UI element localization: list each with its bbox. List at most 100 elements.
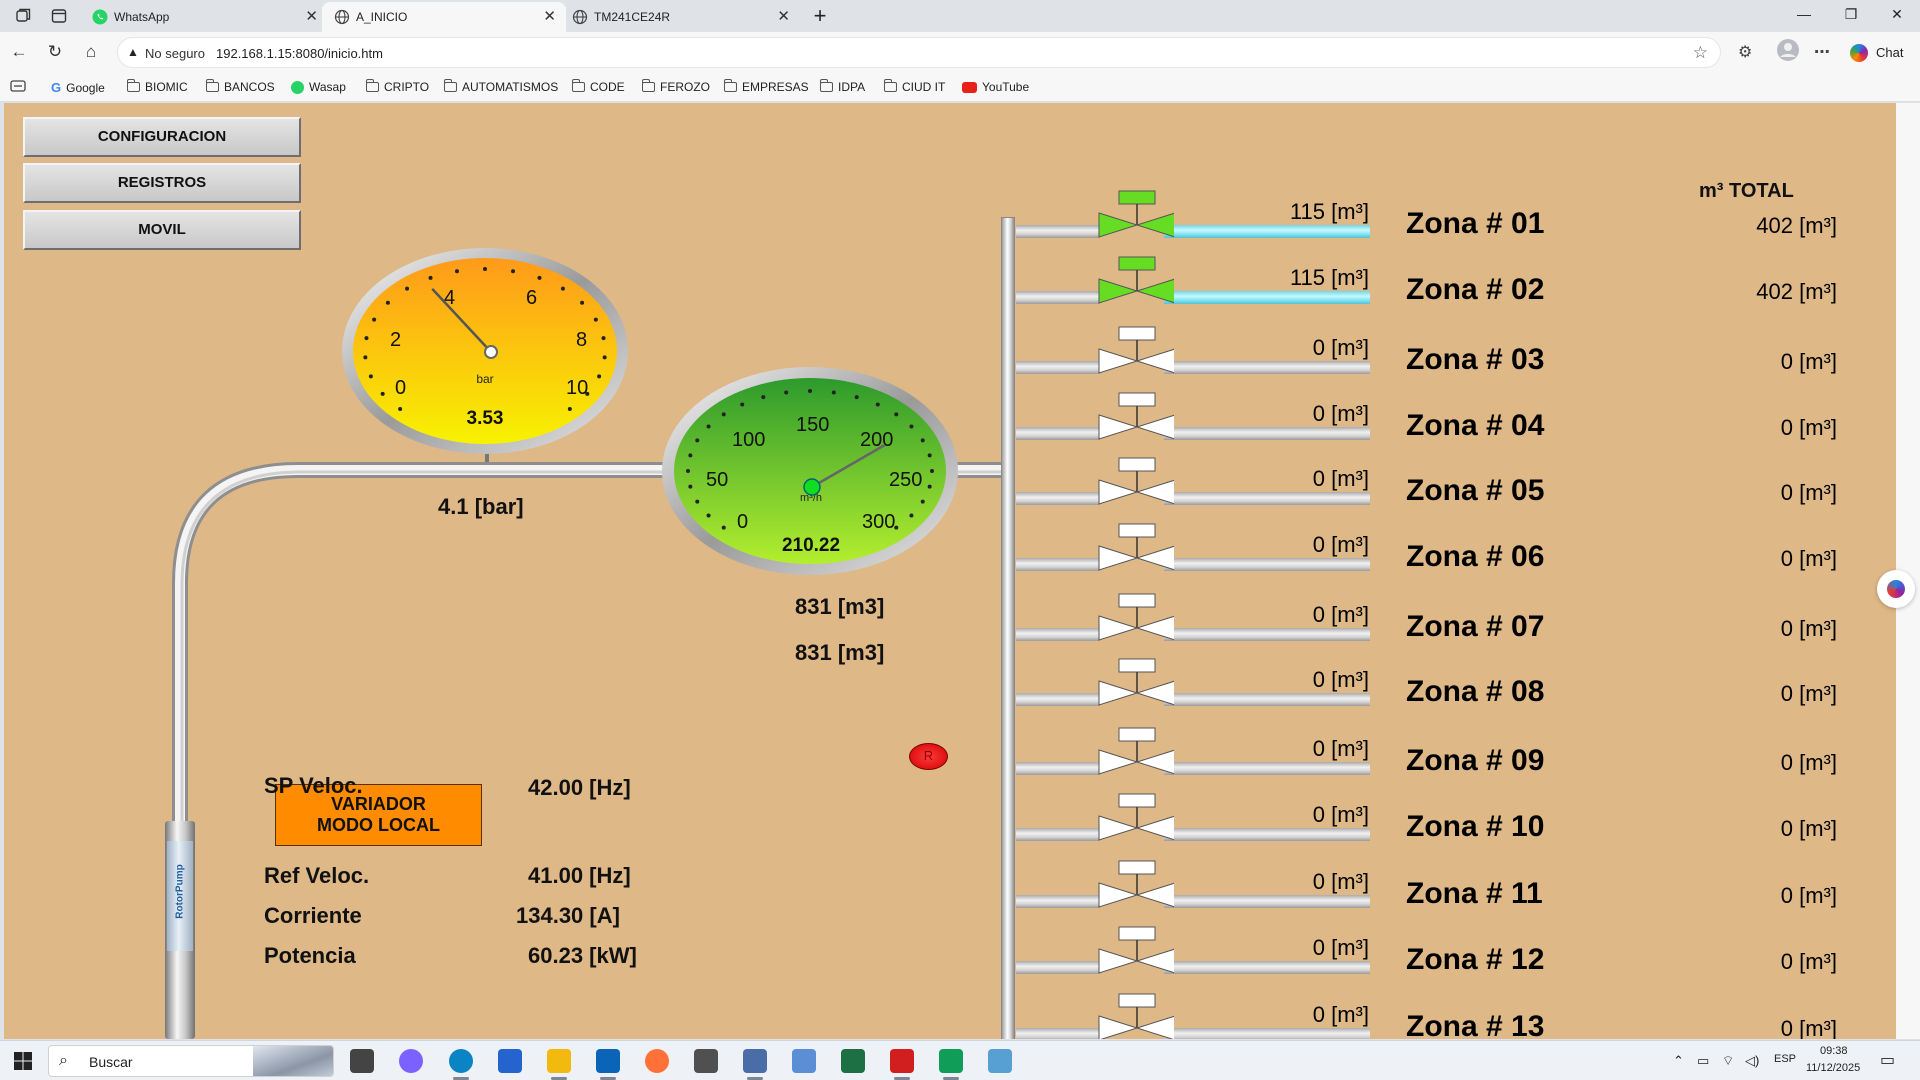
volume-icon[interactable]: ◁) [1745, 1053, 1759, 1069]
zone-name: Zona # 03 [1406, 343, 1545, 376]
network-icon[interactable]: ▭ [1697, 1053, 1709, 1069]
todo-icon[interactable] [498, 1049, 522, 1073]
close-tab-icon[interactable]: ✕ [543, 7, 556, 25]
bookmark-cripto[interactable]: CRIPTO [365, 79, 429, 94]
tick-label: 0 [737, 511, 748, 533]
favorite-star-icon[interactable]: ☆ [1693, 43, 1708, 63]
task-view-icon[interactable] [350, 1049, 374, 1073]
zone-valve[interactable] [1094, 189, 1174, 239]
wifi-icon[interactable]: ⌔ [1722, 1053, 1734, 1069]
zone-valve[interactable] [1094, 456, 1174, 506]
copilot-chat-button[interactable]: Chat [1840, 37, 1914, 67]
zone-flow: 0 [m³] [1312, 532, 1369, 557]
close-tab-icon[interactable]: ✕ [305, 7, 318, 25]
bookmarks-menu-icon[interactable] [10, 79, 26, 93]
close-tab-icon[interactable]: ✕ [777, 7, 790, 25]
zone-total: 0 [m³] [1780, 1016, 1837, 1039]
reset-button[interactable]: R [909, 743, 948, 770]
profile-avatar[interactable] [1776, 38, 1800, 67]
more-options-icon[interactable]: ⋯ [1814, 42, 1830, 62]
outlook-icon[interactable] [596, 1049, 620, 1073]
acrobat-icon[interactable] [890, 1049, 914, 1073]
bookmark-label: Google [66, 80, 105, 95]
warning-icon[interactable]: ▲ [127, 45, 139, 59]
minimize-button[interactable]: — [1789, 6, 1819, 22]
zone-valve[interactable] [1094, 925, 1174, 975]
bookmark-idpa[interactable]: IDPA [819, 79, 865, 94]
tab-actions-icon[interactable] [50, 7, 68, 25]
clock-time[interactable]: 09:38 [1820, 1045, 1848, 1057]
tab-a-inicio[interactable]: A_INICIO ✕ [322, 2, 566, 32]
bookmark-code[interactable]: CODE [571, 79, 625, 94]
edge-icon[interactable] [449, 1049, 473, 1073]
url-field[interactable]: ▲ No seguro 192.168.1.15:8080/inicio.htm… [117, 37, 1721, 68]
show-hidden-icons[interactable]: ⌃ [1673, 1053, 1684, 1069]
zone-valve[interactable] [1094, 657, 1174, 707]
firefox-icon[interactable] [645, 1049, 669, 1073]
zone-name: Zona # 01 [1406, 207, 1545, 240]
close-window-button[interactable]: ✕ [1882, 6, 1912, 23]
sheets-icon[interactable] [939, 1049, 963, 1073]
gauge-tick [602, 355, 607, 360]
zone-outlet-pipe [1164, 693, 1370, 706]
gauge-tick [695, 499, 700, 504]
zone-flow: 0 [m³] [1312, 935, 1369, 960]
bookmark-bancos[interactable]: BANCOS [205, 79, 275, 94]
notifications-icon[interactable]: ▭ [1880, 1050, 1895, 1070]
windows-start-icon[interactable] [13, 1051, 33, 1071]
extensions-icon[interactable]: ⚙ [1738, 42, 1752, 62]
zone-outlet-pipe [1164, 558, 1370, 571]
zone-valve[interactable] [1094, 859, 1174, 909]
bookmark-wasap[interactable]: Wasap [291, 80, 346, 94]
tab-whatsapp[interactable]: WhatsApp ✕ [80, 2, 328, 32]
excel-icon[interactable] [841, 1049, 865, 1073]
gauge-tick [706, 424, 711, 429]
zone-valve[interactable] [1094, 325, 1174, 375]
taskbar-search-input[interactable]: ⌕ Buscar [48, 1045, 334, 1077]
bookmark-label: CIUD IT [902, 80, 946, 94]
tab-title: TM241CE24R [594, 10, 671, 24]
pressure-unit: bar [476, 372, 493, 386]
camera-icon[interactable] [694, 1049, 718, 1073]
bookmark-youtube[interactable]: YouTube [962, 80, 1029, 94]
zone-valve[interactable] [1094, 255, 1174, 305]
reload-button[interactable]: ↻ [44, 42, 66, 62]
workspaces-icon[interactable] [14, 7, 32, 25]
zone-valve[interactable] [1094, 522, 1174, 572]
bookmark-google[interactable]: G Google [51, 80, 105, 95]
bookmark-empresas[interactable]: EMPRESAS [723, 79, 809, 94]
new-tab-button[interactable]: + [805, 3, 835, 29]
zone-valve[interactable] [1094, 726, 1174, 776]
zone-flow: 115 [m³] [1289, 199, 1369, 224]
security-label[interactable]: No seguro [145, 46, 205, 61]
calculator-icon[interactable] [743, 1049, 767, 1073]
clock-date[interactable]: 11/12/2025 [1806, 1062, 1860, 1074]
language-indicator[interactable]: ESP [1774, 1053, 1796, 1065]
bookmark-ferozo[interactable]: FEROZO [641, 79, 710, 94]
bookmark-label: EMPRESAS [742, 80, 809, 94]
gauge-tick [686, 469, 690, 473]
file-explorer-icon[interactable] [547, 1049, 571, 1073]
home-button[interactable]: ⌂ [80, 42, 102, 62]
bookmark-automatismos[interactable]: AUTOMATISMOS [443, 79, 558, 94]
copilot-icon[interactable] [399, 1049, 423, 1073]
snipping-icon[interactable] [792, 1049, 816, 1073]
zone-total: 402 [m³] [1756, 213, 1837, 238]
zone-valve[interactable] [1094, 992, 1174, 1039]
zone-valve[interactable] [1094, 792, 1174, 842]
param-value: 134.30 [A] [516, 903, 620, 928]
url-text[interactable]: 192.168.1.15:8080/inicio.htm [216, 46, 383, 61]
copilot-sidebar-button[interactable] [1877, 570, 1915, 608]
restore-button[interactable]: ❐ [1836, 6, 1866, 23]
bookmark-label: CODE [590, 80, 625, 94]
paint-icon[interactable] [988, 1049, 1012, 1073]
zone-valve[interactable] [1094, 592, 1174, 642]
bookmark-biomic[interactable]: BIOMIC [126, 79, 188, 94]
tab-tm241ce24r[interactable]: TM241CE24R ✕ [560, 2, 800, 32]
zone-valve[interactable] [1094, 391, 1174, 441]
volume-total-2: 831 [m3] [795, 640, 885, 665]
tick-label: 10 [566, 377, 588, 399]
bookmark-ciud-it[interactable]: CIUD IT [883, 79, 946, 94]
back-button[interactable]: ← [8, 42, 30, 62]
zone-outlet-pipe [1164, 762, 1370, 775]
